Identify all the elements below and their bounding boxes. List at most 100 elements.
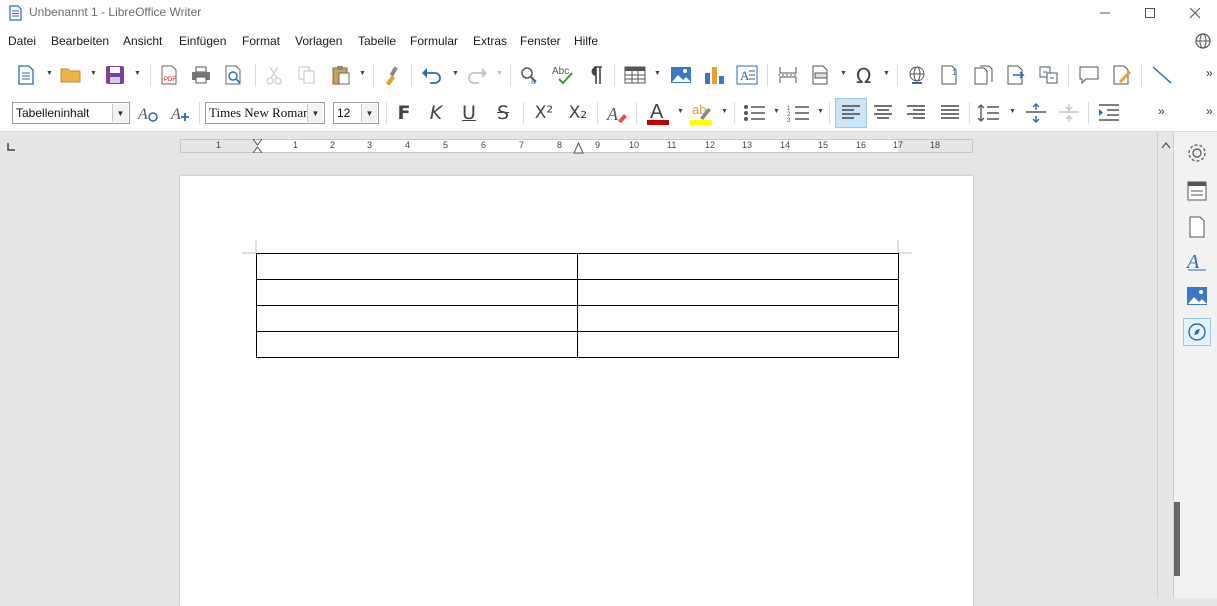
sidebar-properties-icon[interactable] bbox=[1184, 178, 1210, 204]
chevron-down-icon[interactable]: ▼ bbox=[496, 70, 503, 77]
chevron-down-icon[interactable]: ▼ bbox=[134, 70, 141, 77]
bullet-list-icon[interactable] bbox=[742, 102, 768, 124]
chevron-down-icon[interactable]: ▼ bbox=[359, 70, 366, 77]
chevron-down-icon[interactable]: ▼ bbox=[721, 108, 728, 115]
font-color-icon[interactable]: A bbox=[645, 100, 671, 126]
chevron-down-icon[interactable]: ▼ bbox=[90, 70, 97, 77]
endnote-icon[interactable] bbox=[971, 64, 995, 86]
bold-button[interactable]: F bbox=[392, 102, 416, 124]
menu-format[interactable]: Format bbox=[242, 34, 280, 48]
table-cell[interactable] bbox=[577, 331, 899, 358]
document-table[interactable] bbox=[256, 253, 899, 358]
chevron-down-icon[interactable]: ▼ bbox=[773, 108, 780, 115]
export-pdf-icon[interactable]: PDF bbox=[158, 64, 180, 86]
paste-icon[interactable] bbox=[330, 64, 352, 86]
insert-image-icon[interactable] bbox=[669, 64, 693, 86]
chevron-down-icon[interactable]: ▼ bbox=[840, 70, 847, 77]
horizontal-ruler[interactable]: 1 1 2 3 4 5 6 7 8 9 10 11 12 13 14 15 16… bbox=[180, 138, 973, 154]
increase-paragraph-spacing-icon[interactable] bbox=[1023, 102, 1049, 124]
clear-formatting-icon[interactable]: A bbox=[604, 102, 630, 124]
sidebar-page-icon[interactable] bbox=[1184, 214, 1210, 240]
sidebar-styles-icon[interactable]: A bbox=[1184, 248, 1210, 274]
footnote-icon[interactable]: 1 bbox=[938, 64, 962, 86]
open-folder-icon[interactable] bbox=[59, 64, 83, 86]
table-cell[interactable] bbox=[577, 253, 899, 280]
sidebar-navigator-icon[interactable] bbox=[1183, 318, 1211, 346]
clone-formatting-icon[interactable] bbox=[381, 64, 403, 86]
vertical-scrollbar[interactable] bbox=[1157, 132, 1173, 598]
superscript-button[interactable]: X² bbox=[530, 102, 558, 124]
menu-hilfe[interactable]: Hilfe bbox=[574, 34, 598, 48]
chevron-down-icon[interactable]: ▼ bbox=[361, 104, 377, 122]
maximize-button[interactable] bbox=[1127, 0, 1173, 26]
minimize-button[interactable] bbox=[1082, 0, 1128, 26]
table-cell[interactable] bbox=[256, 279, 578, 306]
cross-reference-icon[interactable] bbox=[1004, 64, 1028, 86]
paragraph-style-combo[interactable]: Tabelleninhalt ▼ bbox=[12, 102, 130, 124]
indent-marker-icon[interactable] bbox=[252, 138, 263, 158]
more-options-icon[interactable]: » bbox=[1206, 104, 1213, 118]
insert-textbox-icon[interactable]: A bbox=[735, 64, 759, 86]
sidebar-settings-icon[interactable] bbox=[1184, 140, 1210, 166]
menu-ansicht[interactable]: Ansicht bbox=[123, 34, 162, 48]
menu-tabelle[interactable]: Tabelle bbox=[358, 34, 396, 48]
menu-extras[interactable]: Extras bbox=[473, 34, 507, 48]
highlight-color-icon[interactable]: ab bbox=[688, 100, 716, 126]
hyperlink-icon[interactable] bbox=[905, 64, 929, 86]
table-cell[interactable] bbox=[577, 279, 899, 306]
numbered-list-icon[interactable]: 123 bbox=[786, 102, 812, 124]
insert-field-icon[interactable] bbox=[809, 64, 833, 86]
line-icon[interactable] bbox=[1150, 64, 1174, 86]
line-spacing-icon[interactable] bbox=[976, 102, 1002, 124]
align-right-button[interactable] bbox=[903, 102, 929, 124]
menu-formular[interactable]: Formular bbox=[410, 34, 458, 48]
special-character-icon[interactable]: Ω bbox=[853, 64, 877, 86]
chevron-down-icon[interactable]: ▼ bbox=[112, 104, 128, 122]
chevron-down-icon[interactable]: ▼ bbox=[677, 108, 684, 115]
insert-page-break-icon[interactable] bbox=[776, 64, 800, 86]
insert-chart-icon[interactable] bbox=[702, 64, 726, 86]
font-name-combo[interactable]: Times New Roman ▼ bbox=[205, 102, 325, 124]
formatting-marks-icon[interactable] bbox=[584, 64, 606, 86]
track-changes-icon[interactable] bbox=[1110, 64, 1134, 86]
print-icon[interactable] bbox=[190, 64, 212, 86]
table-cell[interactable] bbox=[256, 253, 578, 280]
sidebar-collapse-handle[interactable] bbox=[1174, 502, 1180, 576]
align-center-button[interactable] bbox=[870, 102, 896, 124]
menu-bearbeiten[interactable]: Bearbeiten bbox=[51, 34, 109, 48]
sidebar-gallery-icon[interactable] bbox=[1184, 283, 1210, 309]
document-page[interactable] bbox=[180, 176, 973, 606]
chevron-down-icon[interactable]: ▼ bbox=[307, 104, 323, 122]
menu-fenster[interactable]: Fenster bbox=[520, 34, 561, 48]
italic-button[interactable]: K bbox=[424, 102, 448, 124]
print-preview-icon[interactable] bbox=[223, 64, 245, 86]
subscript-button[interactable]: X₂ bbox=[564, 102, 592, 124]
underline-button[interactable]: U bbox=[457, 102, 481, 124]
find-replace-icon[interactable]: a bbox=[518, 64, 542, 86]
font-size-combo[interactable]: 12 ▼ bbox=[333, 102, 379, 124]
scroll-up-icon[interactable] bbox=[1161, 136, 1171, 154]
chevron-down-icon[interactable]: ▼ bbox=[1009, 108, 1016, 115]
more-options-icon[interactable]: » bbox=[1158, 104, 1165, 118]
more-options-icon[interactable]: » bbox=[1206, 66, 1213, 80]
save-icon[interactable] bbox=[104, 64, 126, 86]
justify-button[interactable] bbox=[937, 102, 963, 124]
undo-icon[interactable] bbox=[420, 64, 444, 86]
redo-icon[interactable] bbox=[465, 64, 489, 86]
chevron-down-icon[interactable]: ▼ bbox=[46, 70, 53, 77]
cut-icon[interactable] bbox=[263, 64, 285, 86]
align-left-button[interactable] bbox=[835, 98, 867, 128]
new-document-icon[interactable] bbox=[15, 64, 37, 86]
increase-indent-icon[interactable] bbox=[1096, 102, 1122, 124]
globe-update-icon[interactable] bbox=[1194, 32, 1212, 55]
chevron-down-icon[interactable]: ▼ bbox=[452, 70, 459, 77]
decrease-paragraph-spacing-icon[interactable] bbox=[1056, 102, 1082, 124]
menu-vorlagen[interactable]: Vorlagen bbox=[295, 34, 342, 48]
comment-icon[interactable] bbox=[1077, 64, 1101, 86]
chevron-down-icon[interactable]: ▼ bbox=[817, 108, 824, 115]
table-cell[interactable] bbox=[256, 305, 578, 332]
update-style-icon[interactable]: A bbox=[136, 102, 160, 124]
bookmark-icon[interactable] bbox=[1037, 64, 1061, 86]
menu-datei[interactable]: Datei bbox=[8, 34, 36, 48]
insert-table-icon[interactable] bbox=[623, 64, 647, 86]
